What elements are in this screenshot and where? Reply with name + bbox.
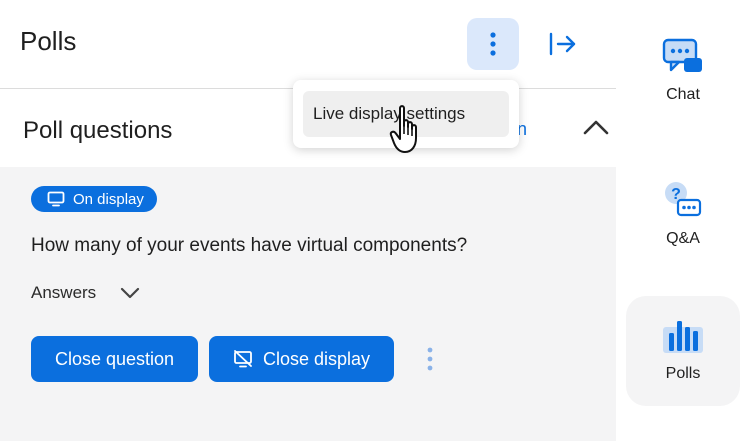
collapse-panel-button[interactable] (540, 26, 586, 62)
close-display-button[interactable]: Close display (209, 336, 394, 382)
section-title: Poll questions (23, 117, 173, 144)
polls-panel: Polls Poll questions n On display How ma… (0, 0, 616, 441)
poll-card: On display How many of your events have … (0, 167, 616, 441)
chevron-up-icon (583, 120, 609, 135)
badge-label: On display (73, 190, 144, 208)
rail-item-polls[interactable]: Polls (626, 296, 740, 406)
poll-question: How many of your events have virtual com… (31, 235, 468, 256)
rail-item-qa[interactable]: ? Q&A (626, 180, 740, 248)
monitor-icon (47, 191, 65, 207)
page-title: Polls (20, 26, 77, 56)
rail-label-polls: Polls (665, 365, 701, 382)
collapse-right-icon (549, 32, 576, 56)
close-display-label: Close display (262, 348, 371, 369)
collapse-section-button[interactable] (580, 113, 612, 141)
status-badge: On display (31, 186, 157, 212)
side-rail: Chat ? Q&A Polls (616, 0, 748, 441)
answers-label: Answers (31, 283, 97, 302)
rail-label-qa: Q&A (666, 230, 700, 247)
close-question-label: Close question (54, 348, 175, 369)
monitor-off-icon (234, 350, 252, 368)
more-options-button[interactable] (467, 18, 519, 70)
chat-icon (662, 38, 702, 72)
more-vertical-icon (427, 347, 433, 371)
hand-cursor-icon (389, 105, 417, 153)
poll-more-options-button[interactable] (420, 345, 440, 373)
rail-item-chat[interactable]: Chat (626, 38, 740, 104)
polls-icon (663, 321, 703, 353)
panel-header: Polls (0, 0, 616, 89)
rail-label-chat: Chat (666, 86, 700, 103)
chevron-down-icon (121, 287, 140, 299)
qa-icon: ? (665, 182, 702, 217)
answers-toggle[interactable]: Answers (31, 283, 140, 303)
close-question-button[interactable]: Close question (31, 336, 198, 382)
more-vertical-icon (490, 32, 496, 56)
